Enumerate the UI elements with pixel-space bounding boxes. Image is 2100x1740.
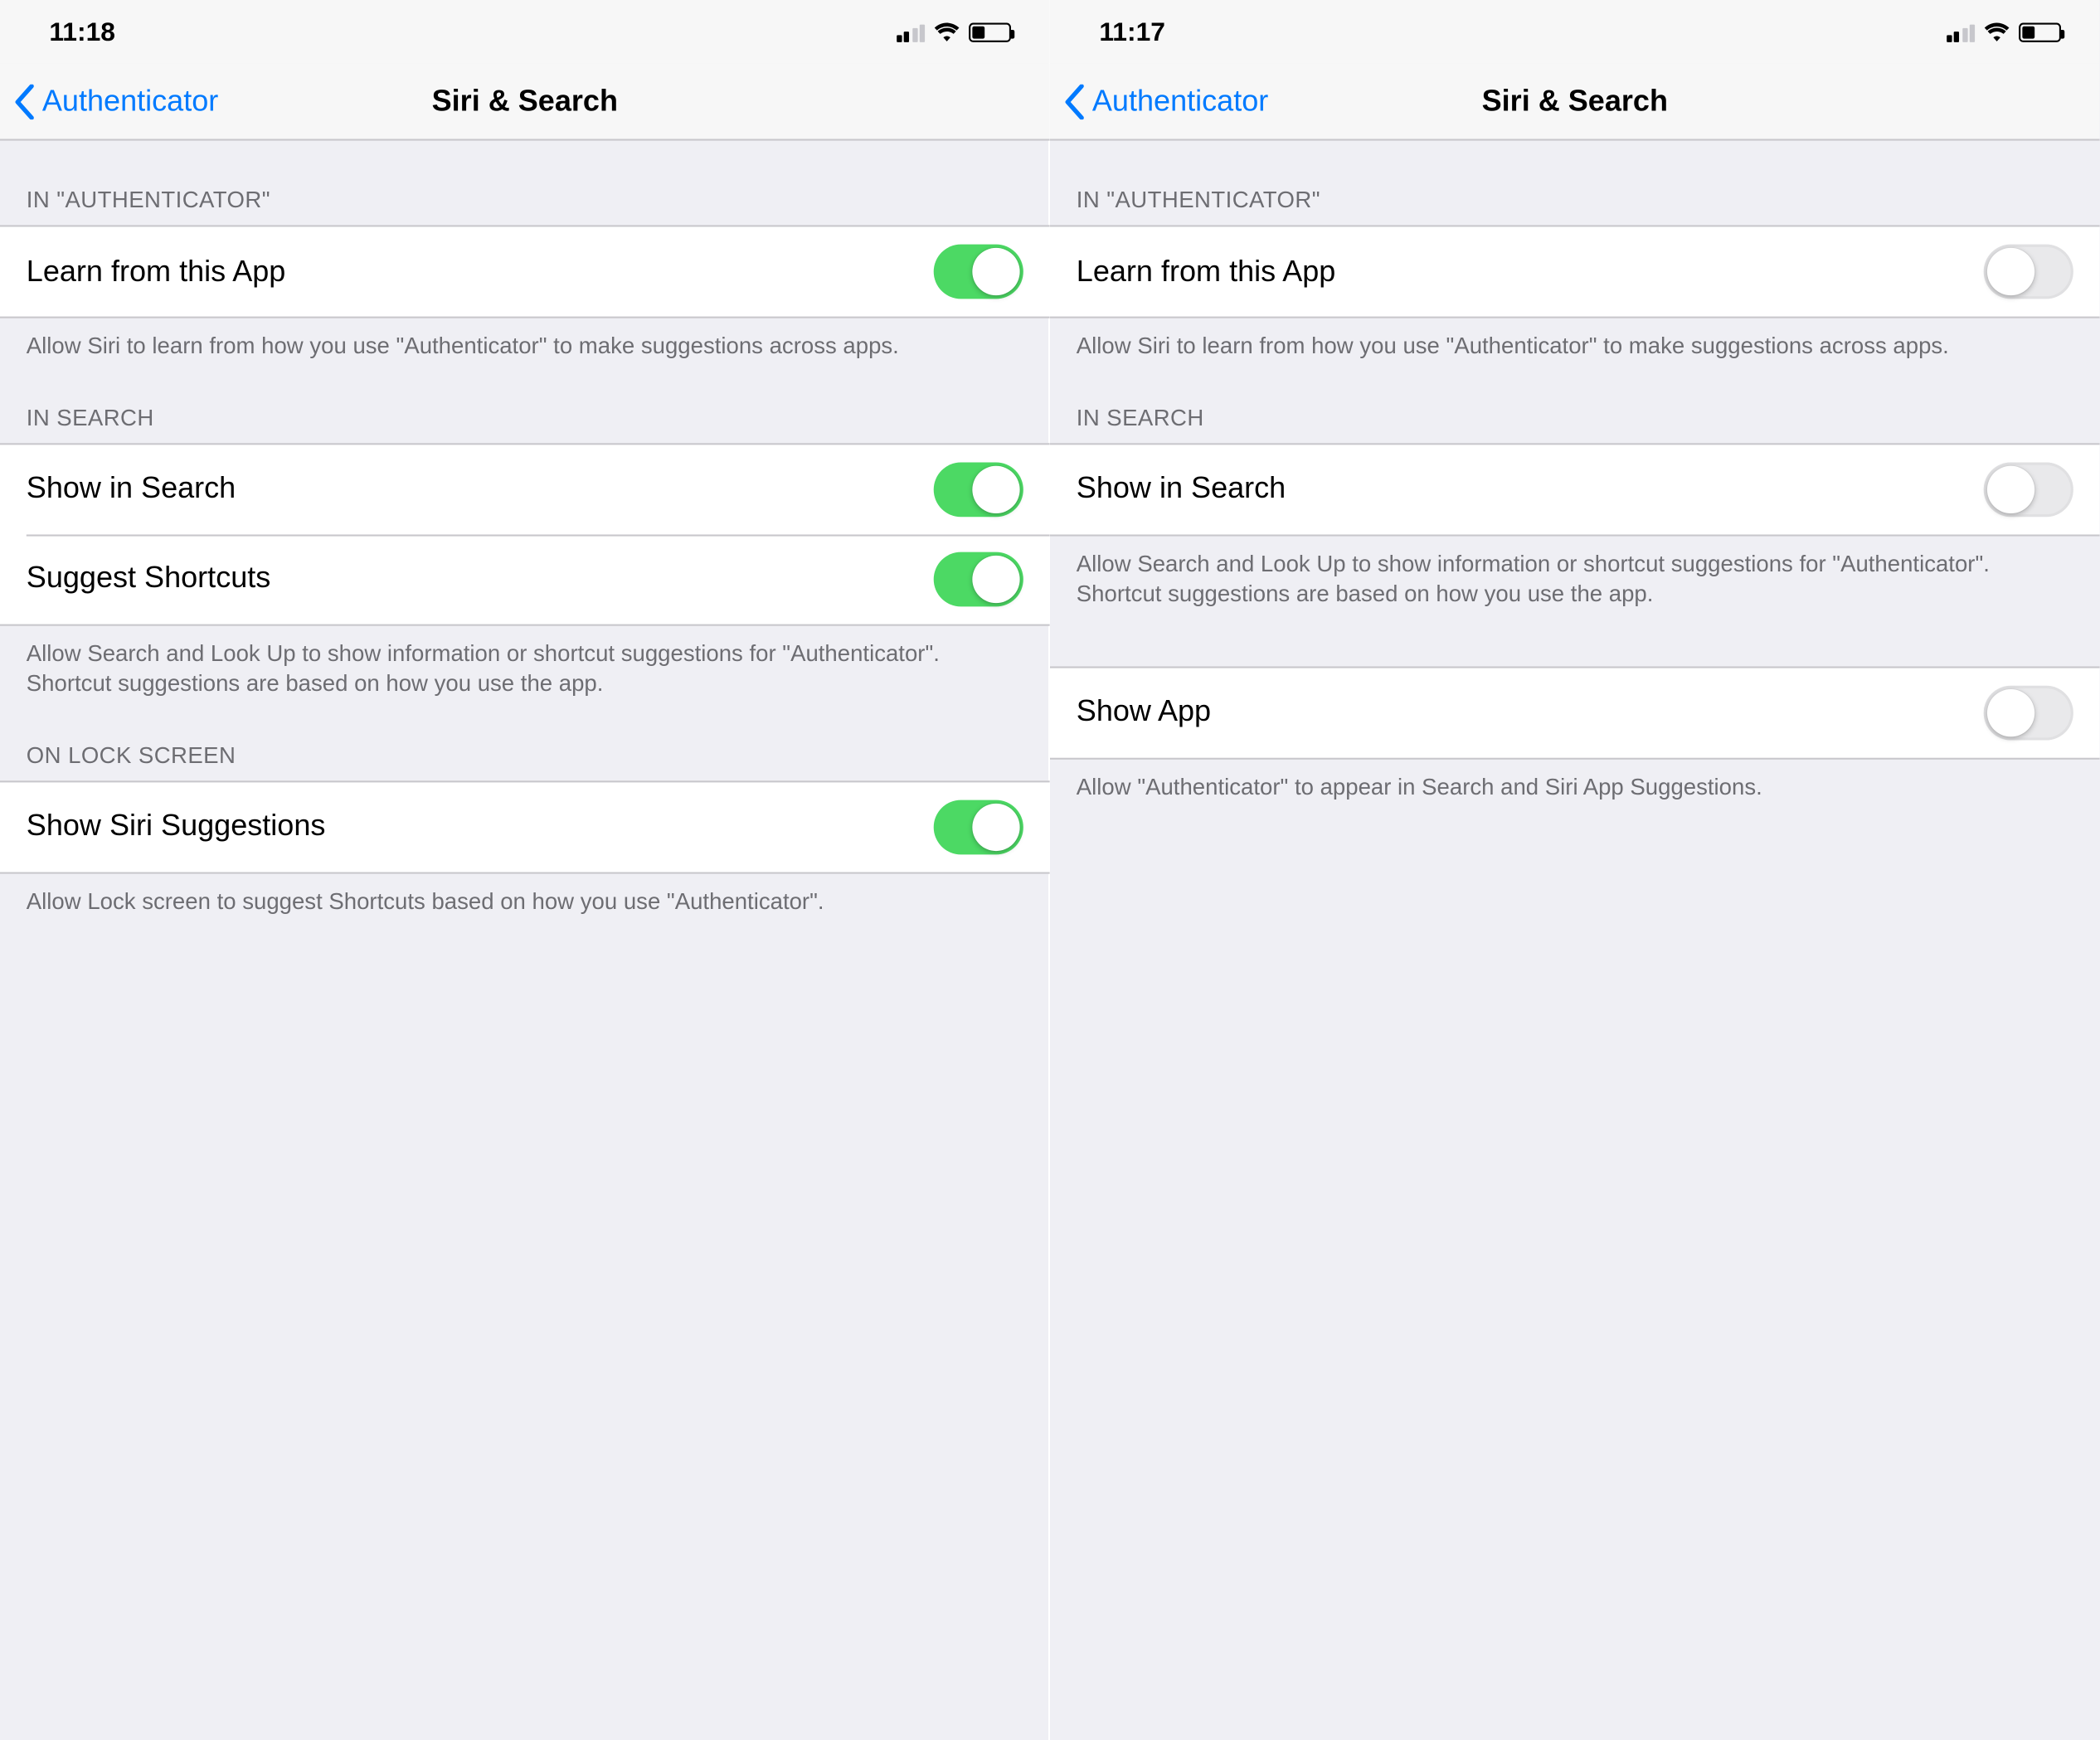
- toggle-show-in-search[interactable]: [934, 462, 1023, 517]
- status-bar: 11:17: [1050, 0, 2100, 63]
- section-header: IN SEARCH: [1050, 372, 2100, 442]
- section-header: IN "AUTHENTICATOR": [1050, 141, 2100, 226]
- status-indicators: [896, 22, 1011, 41]
- setting-label: Learn from this App: [1077, 254, 1336, 289]
- setting-row-show-in-search: Show in Search: [0, 444, 1050, 533]
- setting-label: Show Siri Suggestions: [27, 809, 326, 843]
- section-footer: Allow "Authenticator" to appear in Searc…: [1050, 759, 2100, 813]
- setting-row-learn-from-app: Learn from this App: [1050, 226, 2100, 316]
- setting-row-show-siri-suggestions: Show Siri Suggestions: [0, 782, 1050, 872]
- wifi-icon: [1984, 22, 2010, 41]
- battery-icon: [2019, 22, 2061, 41]
- setting-row-show-app: Show App: [1050, 668, 2100, 757]
- status-bar: 11:18: [0, 0, 1050, 63]
- back-button[interactable]: Authenticator: [0, 84, 218, 119]
- back-button[interactable]: Authenticator: [1050, 84, 1268, 119]
- back-label: Authenticator: [1092, 84, 1268, 119]
- section-footer: Allow Siri to learn from how you use "Au…: [0, 318, 1050, 372]
- toggle-show-in-search[interactable]: [1984, 462, 2073, 517]
- wifi-icon: [934, 22, 960, 41]
- setting-row-suggest-shortcuts: Suggest Shortcuts: [0, 534, 1050, 624]
- back-label: Authenticator: [42, 84, 218, 119]
- cellular-icon: [896, 22, 925, 41]
- setting-label: Learn from this App: [27, 254, 286, 289]
- setting-label: Show App: [1077, 695, 1211, 730]
- section-header: IN SEARCH: [0, 372, 1050, 442]
- toggle-learn-from-app[interactable]: [1984, 245, 2073, 299]
- toggle-show-app[interactable]: [1984, 685, 2073, 740]
- screen-left: 11:18 Authenticator Siri & Search IN "AU…: [0, 0, 1050, 1740]
- section-footer: Allow Siri to learn from how you use "Au…: [1050, 318, 2100, 372]
- chevron-left-icon: [14, 84, 35, 119]
- setting-row-show-in-search: Show in Search: [1050, 444, 2100, 533]
- status-time: 11:17: [1099, 17, 1165, 46]
- nav-bar: Authenticator Siri & Search: [1050, 63, 2100, 140]
- section-footer: Allow Search and Look Up to show informa…: [1050, 536, 2100, 620]
- setting-label: Suggest Shortcuts: [27, 561, 271, 595]
- cellular-icon: [1946, 22, 1975, 41]
- battery-icon: [969, 22, 1011, 41]
- status-indicators: [1946, 22, 2061, 41]
- section-footer: Allow Search and Look Up to show informa…: [0, 625, 1050, 710]
- toggle-show-siri-suggestions[interactable]: [934, 800, 1023, 854]
- screen-right: 11:17 Authenticator Siri & Search IN "AU…: [1050, 0, 2100, 1740]
- section-footer: Allow Lock screen to suggest Shortcuts b…: [0, 873, 1050, 927]
- chevron-left-icon: [1064, 84, 1085, 119]
- nav-bar: Authenticator Siri & Search: [0, 63, 1050, 140]
- toggle-learn-from-app[interactable]: [934, 245, 1023, 299]
- setting-label: Show in Search: [27, 471, 236, 506]
- section-header: ON LOCK SCREEN: [0, 710, 1050, 780]
- status-time: 11:18: [49, 17, 115, 46]
- setting-row-learn-from-app: Learn from this App: [0, 226, 1050, 316]
- section-header: IN "AUTHENTICATOR": [0, 141, 1050, 226]
- setting-label: Show in Search: [1077, 471, 1286, 506]
- toggle-suggest-shortcuts[interactable]: [934, 552, 1023, 606]
